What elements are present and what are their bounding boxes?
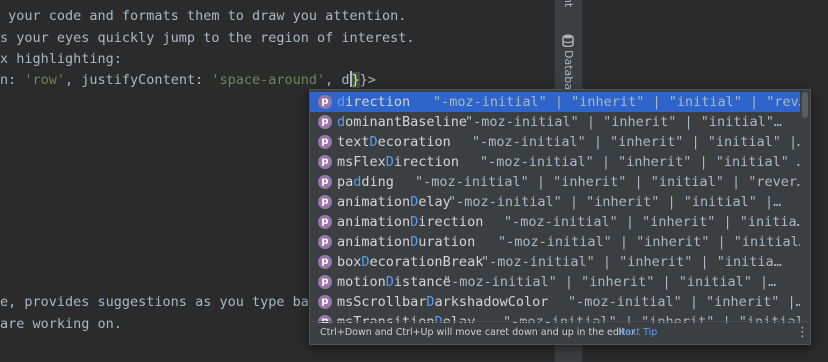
completion-footer: Ctrl+Down and Ctrl+Up will move caret do… xyxy=(310,321,810,344)
completion-item-name: animationDirection xyxy=(337,212,483,232)
name-rest: irection xyxy=(345,94,411,110)
completion-item-name: textDecoration xyxy=(337,132,451,152)
completion-popup: p direction "-moz-initial" | "inherit" | "… xyxy=(309,89,811,345)
completion-item-type: "-moz-initial" | "inherit" | "initial" |… xyxy=(448,194,782,210)
name-prefix: msFlex xyxy=(337,154,386,170)
code-line: x highlighting: xyxy=(0,51,122,67)
completion-item-type: "-moz-initial" | "inherit" | "initial" |… xyxy=(433,94,800,110)
completion-item-type: "-moz-initial" | "inherit" | "initial" |… xyxy=(443,274,777,290)
completion-item-name: msScrollbarDarkshadowColor xyxy=(337,292,548,312)
completion-item-type: "-moz-initial" | "inherit" | "initial… xyxy=(498,234,800,250)
completion-item-type: "-moz-initial" | "inherit" | "initia… xyxy=(504,214,800,230)
name-prefix: animation xyxy=(337,214,411,230)
name-prefix: text xyxy=(337,134,370,150)
name-match: d xyxy=(337,94,346,110)
property-icon: p xyxy=(318,135,332,149)
property-icon: p xyxy=(318,235,332,249)
code-line: s your eyes quickly jump to the region o… xyxy=(0,30,415,46)
string-literal: 'space-around' xyxy=(211,72,326,88)
completion-item[interactable]: p padding "-moz-initial" | "inherit" | "in… xyxy=(310,172,800,192)
property-icon: p xyxy=(318,155,332,169)
completion-item-name: animationDelay xyxy=(337,192,451,212)
completion-item-name: dominantBaseline xyxy=(337,112,467,132)
property-icon: p xyxy=(318,295,332,309)
completion-item-name: animationDuration xyxy=(337,232,475,252)
name-match: D xyxy=(426,294,435,310)
property-icon: p xyxy=(318,215,332,229)
name-prefix: msScrollbar xyxy=(337,294,427,310)
completion-item[interactable]: p animationDirection "-moz-initial" | "inh… xyxy=(310,212,800,232)
name-prefix: animation xyxy=(337,234,411,250)
completion-item[interactable]: p animationDelay "-moz-initial" | "inherit… xyxy=(310,192,800,212)
completion-item[interactable]: p motionDistance "-moz-initial" | "inherit… xyxy=(310,272,800,292)
completion-item-name: msFlexDirection xyxy=(337,152,459,172)
name-match: D xyxy=(385,274,394,290)
name-rest: arkshadowColor xyxy=(434,294,549,310)
completion-item-type: "-moz-initial" | "inherit" | "initial" |… xyxy=(472,134,800,150)
name-match: D xyxy=(369,134,378,150)
code-line: are working on. xyxy=(0,316,122,332)
name-rest: ding xyxy=(361,174,394,190)
name-match: D xyxy=(385,154,394,170)
completion-item[interactable]: p dominantBaseline "-moz-initial" | "inher… xyxy=(310,112,800,132)
more-vertical-icon[interactable]: ⋮ xyxy=(796,322,809,344)
completion-item[interactable]: p msScrollbarDarkshadowColor "-moz-initial… xyxy=(310,292,800,312)
property-icon: p xyxy=(318,175,332,189)
name-match: d xyxy=(337,114,346,130)
completion-item-type: "-moz-initial" | "inherit" |… xyxy=(568,294,800,310)
code-text: , d xyxy=(325,72,350,88)
name-rest: ecorationBreak xyxy=(369,254,484,270)
completion-item-type: "-moz-initial" | "inherit" | "initial"… xyxy=(465,114,782,130)
completion-item-type: "-moz-initial" | "inherit" | "initial" |… xyxy=(415,174,800,190)
property-icon: p xyxy=(318,255,332,269)
completion-item-type: "-moz-initial" | "inherit" | "initia… xyxy=(481,254,782,270)
code-line: e, provides suggestions as you type bas xyxy=(0,294,317,310)
code-text: n: xyxy=(0,72,25,88)
completion-item-name: padding xyxy=(337,172,394,192)
footer-hint: Ctrl+Down and Ctrl+Up will move caret do… xyxy=(320,327,636,338)
completion-item[interactable]: p msFlexDirection "-moz-initial" | "inheri… xyxy=(310,152,800,172)
completion-item[interactable]: p boxDecorationBreak "-moz-initial" | "inh… xyxy=(310,252,800,272)
completion-item-type: "-moz-initial" | "inherit" | "initial" … xyxy=(480,154,800,170)
name-rest: ecoration xyxy=(377,134,451,150)
property-icon: p xyxy=(318,195,332,209)
code-text: , justifyContent: xyxy=(65,72,212,88)
property-icon: p xyxy=(318,95,332,109)
name-prefix: pa xyxy=(337,174,354,190)
completion-item[interactable]: p animationDuration "-moz-initial" | "inhe… xyxy=(310,232,800,252)
name-prefix: animation xyxy=(337,194,411,210)
name-match: D xyxy=(361,254,370,270)
completion-item[interactable]: p direction "-moz-initial" | "inherit" | "… xyxy=(310,92,800,112)
code-text: }> xyxy=(359,72,376,88)
string-literal: 'row' xyxy=(24,72,66,88)
matched-brace: } xyxy=(351,72,360,88)
name-rest: irection xyxy=(393,154,459,170)
completion-item[interactable]: p textDecoration "-moz-initial" | "inherit… xyxy=(310,132,800,152)
side-tab-partial[interactable]: nt xyxy=(562,0,575,7)
name-rest: uration xyxy=(418,234,476,250)
completion-item-name: boxDecorationBreak xyxy=(337,252,483,272)
property-icon: p xyxy=(318,275,332,289)
next-tip-link[interactable]: Next Tip xyxy=(618,322,657,344)
name-prefix: box xyxy=(337,254,362,270)
name-rest: ominantBaseline xyxy=(345,114,468,130)
completion-item-name: direction xyxy=(337,92,410,112)
code-line: your code and formats them to draw you a… xyxy=(0,8,407,24)
name-prefix: motion xyxy=(337,274,386,290)
property-icon: p xyxy=(318,115,332,129)
completion-list: p direction "-moz-initial" | "inherit" | "… xyxy=(310,90,800,323)
name-rest: irection xyxy=(418,214,484,230)
name-rest: elay xyxy=(418,194,451,210)
scrollbar-thumb[interactable] xyxy=(802,92,808,118)
completion-item-name: motionDistance xyxy=(337,272,451,292)
code-line-active: n: 'row', justifyContent: 'space-around'… xyxy=(0,70,376,90)
database-icon xyxy=(562,34,574,47)
